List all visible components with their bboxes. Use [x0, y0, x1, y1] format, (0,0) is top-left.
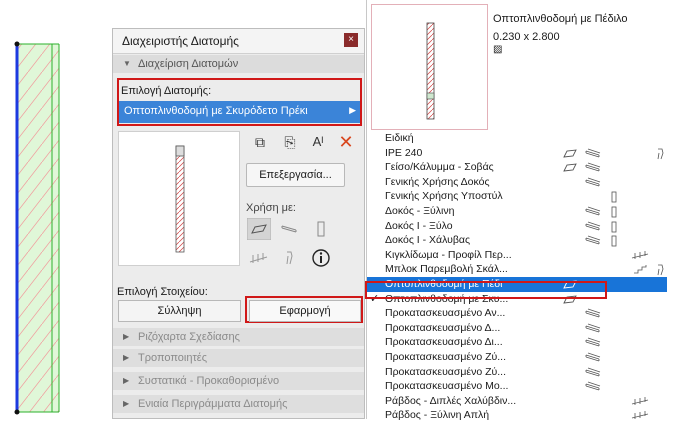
beam-icon [585, 337, 601, 350]
profile-list-item-label: Γείσο/Κάλυμμα - Σοβάς [385, 161, 494, 174]
beam-use-icon[interactable] [278, 218, 302, 240]
profile-list-item-label: Προκατασκευασμένο Ζύ... [385, 351, 507, 363]
beam-icon [585, 308, 601, 321]
profile-list-item-label: Κιγκλίδωμα - Προφίλ Περ... [385, 248, 512, 261]
stair-icon [633, 264, 649, 277]
wall-icon [563, 148, 577, 161]
profile-list-item[interactable]: Προκατασκευασμένο Ζύ... [367, 350, 667, 365]
section-profile-outlines[interactable]: ▶ Ενιαία Περιγράμματα Διατομής [113, 395, 364, 413]
use-with-label: Χρήση με: [246, 202, 296, 214]
wall-icon [563, 162, 577, 175]
profile-list-item-label: Προκατασκευασμένο Αν... [385, 307, 506, 320]
beam-icon [585, 235, 601, 248]
beam-icon [585, 381, 601, 394]
profile-list-item[interactable]: Δοκός I - Χάλυβας [367, 233, 667, 248]
section-drafting-overlays[interactable]: ▶ Ριζόχαρτα Σχεδίασης [113, 328, 364, 346]
collapsed-arrow-icon: ▶ [123, 332, 130, 341]
profile-list-item[interactable]: Προκατασκευασμένο Ζύ... [367, 365, 667, 380]
delete-profile-icon[interactable]: ✕ [334, 131, 358, 153]
profile-list-item-label: Ράβδος - Διπλές Χαλύβδιν... [385, 394, 517, 407]
profile-list-item[interactable]: Προκατασκευασμένο Δι... [367, 335, 667, 350]
dialog-titlebar[interactable]: Διαχειριστής Διατομής × [113, 29, 364, 54]
profile-list-item-label: IPE 240 [385, 146, 423, 159]
profile-list-item[interactable]: Προκατασκευασμένο Δ... [367, 321, 667, 336]
profile-preview [118, 131, 240, 266]
section-label: Τροποποιητές [138, 352, 207, 364]
beam-icon [585, 323, 601, 336]
profile-list-item[interactable]: Δοκός I - Ξύλο [367, 219, 667, 234]
profile-list-item[interactable]: Ράβδος - Ξύλινη Απλή [367, 408, 667, 423]
profile-list-item-label: Δοκός I - Χάλυβας [385, 234, 471, 247]
rename-profile-icon[interactable]: Aᴵ [306, 131, 330, 153]
beam-icon [585, 206, 601, 219]
profile-list-item[interactable]: Μπλοκ Παρεμβολή Σκάλ... [367, 262, 667, 277]
dialog-title: Διαχειριστής Διατομής [122, 34, 239, 48]
profile-list-item-label: Δοκός I - Ξύλο [385, 219, 453, 232]
profile-list-item-label: Προκατασκευασμένο Δι... [385, 336, 503, 349]
profile-list-item-label: Γενικής Χρήσης Υποστύλ [385, 190, 503, 203]
railing-use-icon[interactable] [247, 247, 271, 269]
railing-icon [631, 250, 649, 263]
close-button[interactable]: × [344, 33, 358, 47]
duplicate-profile-icon[interactable]: ⎘ [278, 131, 302, 153]
popup-profile-size: 0.230 x 2.800 [493, 31, 560, 43]
profile-list-item-label: Προκατασκευασμένο Δ... [385, 321, 501, 334]
popup-profile-name: Οπτοπλινθοδομή με Πέδιλο [493, 13, 628, 25]
section-label: Ενιαία Περιγράμματα Διατομής [138, 398, 288, 410]
profile-list-item[interactable]: Ράβδος - Διπλές Χαλύβδιν... [367, 394, 667, 409]
profile-list-item[interactable]: Γείσο/Κάλυμμα - Σοβάς [367, 160, 667, 175]
profile-list-item[interactable]: Γενικής Χρήσης Υποστύλ [367, 189, 667, 204]
profile-list[interactable]: Ειδική IPE 240 Γείσο/Κάλυμμα - Σοβάς Γενική… [367, 131, 677, 421]
section-modifiers[interactable]: ▶ Τροποποιητές [113, 349, 364, 367]
beam-icon [585, 221, 601, 234]
railing-icon [631, 396, 649, 409]
profile-list-item-label: Γενικής Χρήσης Δοκός [385, 175, 490, 188]
profile-list-item-label: Προκατασκευασμένο Μο... [385, 380, 509, 393]
profile-list-item[interactable]: Προκατασκευασμένο Αν... [367, 306, 667, 321]
profile-dropdown-value: Οπτοπλινθοδομή με Σκυρόδετο Πρέκι [124, 105, 308, 117]
profile-list-item-label: Μπλοκ Παρεμβολή Σκάλ... [385, 263, 508, 276]
profile-dropdown[interactable]: Οπτοπλινθοδομή με Σκυρόδετο Πρέκι ▶ [119, 101, 360, 123]
beam-icon [585, 352, 601, 365]
profile-list-item-label: Ειδική [385, 132, 414, 144]
profile-list-item-label: Προκατασκευασμένο Ζύ... [385, 365, 507, 378]
section-manage-profiles[interactable]: ▼ Διαχείριση Διατομών [113, 55, 364, 73]
section-components[interactable]: ▶ Συστατικά - Προκαθορισμένο [113, 372, 364, 390]
profile-list-item[interactable]: Κιγκλίδωμα - Προφίλ Περ... [367, 248, 667, 263]
profile-list-item[interactable]: Προκατασκευασμένο Μο... [367, 379, 667, 394]
dropdown-arrow-icon: ▶ [349, 105, 356, 115]
wall-use-icon[interactable] [247, 218, 271, 240]
wall-drawing [14, 41, 60, 415]
selected-row-highlight [365, 281, 607, 299]
popup-profile-preview [371, 4, 488, 130]
profile-list-item[interactable]: Γενικής Χρήσης Δοκός [367, 175, 667, 190]
section-label: Ριζόχαρτα Σχεδίασης [138, 331, 240, 343]
profile-list-item-label: Ράβδος - Ξύλινη Απλή [385, 409, 490, 422]
apply-button[interactable]: Εφαρμογή [249, 300, 361, 322]
collapsed-arrow-icon: ▶ [123, 353, 130, 362]
section-label: Συστατικά - Προκαθορισμένο [138, 375, 280, 387]
beam-icon [585, 177, 601, 190]
info-icon[interactable] [309, 247, 333, 269]
edit-button[interactable]: Επεξεργασία... [246, 163, 345, 187]
select-profile-label: Επιλογή Διατομής: [121, 85, 212, 97]
expanded-arrow-icon: ▼ [123, 59, 131, 68]
beam-icon [585, 148, 601, 161]
collapsed-arrow-icon: ▶ [123, 399, 130, 408]
select-element-label: Επιλογή Στοιχείου: [117, 286, 208, 298]
profile-list-item[interactable]: Δοκός - Ξύλινη [367, 204, 667, 219]
profile-list-item-label: Δοκός - Ξύλινη [385, 205, 455, 217]
object-use-icon[interactable] [278, 247, 302, 269]
beam-icon [585, 367, 601, 380]
beam-icon [585, 162, 601, 175]
railing-icon [631, 410, 649, 423]
section-manage-label: Διαχείριση Διατομών [138, 58, 239, 70]
profile-type-icon: ▨ [493, 44, 503, 55]
new-profile-icon[interactable]: ⧉ [248, 131, 272, 153]
profile-list-item[interactable]: Ειδική [367, 131, 667, 146]
collapsed-arrow-icon: ▶ [123, 376, 130, 385]
profile-list-item[interactable]: IPE 240 [367, 146, 667, 161]
column-use-icon[interactable] [309, 218, 333, 240]
collect-button[interactable]: Σύλληψη [118, 300, 241, 322]
